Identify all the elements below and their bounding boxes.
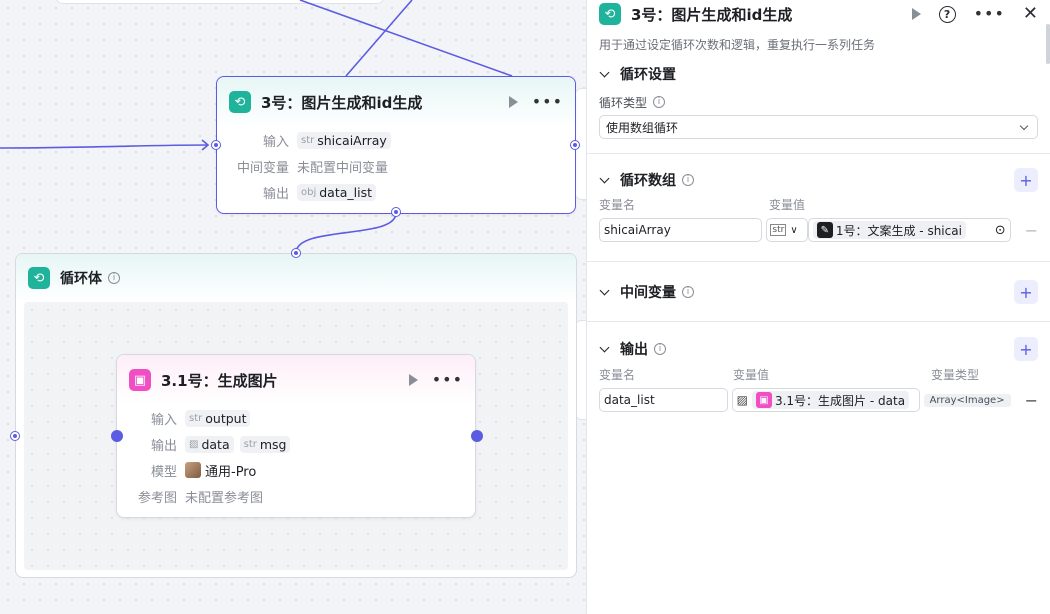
image-output-row: 输出 ▨ data str msg: [117, 431, 475, 457]
loop-body-top-port[interactable]: [292, 249, 300, 257]
more-icon[interactable]: •••: [532, 94, 563, 110]
loop-icon: ⟲: [599, 3, 621, 25]
ref-chip: ▣ 3.1号：生成图片 - data: [751, 391, 910, 409]
string-type-icon: str: [770, 224, 787, 236]
workflow-canvas[interactable]: ⟲ 3号：图片生成和id生成 ••• 输入 str shicaiArray 中间变…: [0, 0, 586, 614]
output-row: data_list ▨ ▣ 3.1号：生成图片 - data Array<Ima…: [599, 388, 1038, 412]
play-icon[interactable]: [508, 96, 518, 108]
remove-output-icon[interactable]: −: [1025, 391, 1038, 410]
output-ref-input[interactable]: ▨ ▣ 3.1号：生成图片 - data: [731, 388, 920, 412]
output-columns: 变量名 变量值 变量类型: [599, 367, 980, 382]
loop-type-select[interactable]: 使用数组循环: [599, 115, 1038, 139]
loop-settings-section: 循环设置 循环类型 i 使用数组循环: [587, 54, 1050, 154]
loop-output-row: 输出 obj data_list: [217, 179, 575, 205]
image-input-port[interactable]: [111, 430, 123, 442]
image-model-row: 模型 通用-Pro: [117, 457, 475, 483]
run-icon[interactable]: [911, 8, 921, 20]
help-icon[interactable]: ?: [938, 5, 956, 23]
panel-description: 用于通过设定循环次数和逻辑，重复执行一系列任务: [599, 38, 876, 52]
string-type-icon: str: [301, 134, 315, 146]
loop-array-columns: 变量名 变量值: [599, 197, 806, 212]
chevron-down-icon: ∨: [790, 224, 798, 236]
info-icon[interactable]: i: [682, 286, 694, 298]
info-icon[interactable]: i: [653, 96, 666, 108]
text-gen-icon: ✎: [816, 222, 833, 238]
image-icon: ▣: [129, 369, 151, 391]
add-array-button[interactable]: +: [1014, 168, 1038, 192]
array-ref-input[interactable]: ✎ 1号：文案生成 - shicai ⊙: [807, 218, 1011, 242]
loop-body-left-port[interactable]: [11, 432, 19, 440]
loop-settings-header[interactable]: 循环设置: [599, 54, 1038, 94]
chevron-down-icon: [599, 342, 610, 352]
output-var-name-input[interactable]: data_list: [599, 388, 728, 412]
loop-node[interactable]: ⟲ 3号：图片生成和id生成 ••• 输入 str shicaiArray 中间变…: [216, 76, 576, 214]
panel-header: ⟲ 3号：图片生成和id生成 ? ••• ✕: [587, 0, 1050, 28]
output-type-badge: Array<Image>: [923, 393, 1011, 407]
loop-body-title: 循环体: [60, 271, 102, 287]
play-icon[interactable]: [408, 374, 418, 386]
more-icon[interactable]: •••: [974, 6, 1005, 22]
more-icon[interactable]: •••: [432, 372, 463, 388]
chevron-down-icon: [599, 67, 610, 77]
intermediate-header[interactable]: 中间变量 i +: [599, 262, 1038, 322]
string-type-icon: str: [189, 412, 203, 424]
image-output-port[interactable]: [471, 430, 483, 442]
add-output-button[interactable]: +: [1014, 337, 1038, 361]
loop-node-header[interactable]: ⟲ 3号：图片生成和id生成 •••: [217, 77, 575, 127]
loop-icon: ⟲: [229, 91, 251, 113]
loop-body-icon: ⟲: [28, 267, 50, 289]
array-type-select[interactable]: str ∨: [766, 218, 808, 242]
image-ref-row: 参考图 未配置参考图: [137, 490, 264, 506]
add-intermediate-button[interactable]: +: [1014, 280, 1038, 304]
loop-array-section: 循环数组 i + 变量名 变量值 shicaiArray str ∨ ✎ 1号：…: [587, 154, 1050, 262]
loop-intermediate-row: 中间变量 未配置中间变量: [236, 160, 389, 176]
loop-body-header[interactable]: ⟲ 循环体 i: [16, 254, 576, 302]
remove-array-icon[interactable]: −: [1025, 221, 1038, 240]
image-input-row: 输入 str output: [117, 405, 475, 431]
image-type-icon: ▨: [736, 393, 748, 407]
loop-input-port[interactable]: [212, 141, 220, 149]
loop-output-port[interactable]: [571, 141, 579, 149]
output-data-chip: ▨ data: [185, 435, 234, 453]
model-avatar-icon: [185, 462, 201, 478]
close-icon[interactable]: ✕: [1023, 5, 1038, 23]
image-gen-node[interactable]: ▣ 3.1号：生成图片 ••• 输入 str output 输出 ▨ data st…: [116, 354, 476, 518]
loop-array-row: shicaiArray str ∨ ✎ 1号：文案生成 - shicai ⊙ −: [599, 218, 1038, 242]
chevron-down-icon: [1019, 121, 1029, 130]
input-var-chip: str output: [185, 409, 251, 427]
loop-type-label: 循环类型 i: [599, 94, 1038, 110]
image-gen-icon: ▣: [755, 392, 772, 408]
info-icon[interactable]: i: [108, 272, 120, 284]
loop-input-row: 输入 str shicaiArray: [217, 127, 575, 153]
input-var-chip: str shicaiArray: [297, 131, 391, 149]
output-var-chip: obj data_list: [297, 183, 377, 201]
loop-bottom-port[interactable]: [392, 208, 400, 216]
array-var-name-input[interactable]: shicaiArray: [599, 218, 763, 242]
chevron-down-icon: [599, 285, 610, 295]
image-node-header[interactable]: ▣ 3.1号：生成图片 •••: [117, 355, 475, 405]
info-icon[interactable]: i: [682, 174, 694, 186]
output-section: 输出 i + 变量名 变量值 变量类型 data_list ▨ ▣ 3.1号：生…: [587, 322, 1050, 412]
info-icon[interactable]: i: [654, 343, 666, 355]
loop-node-title: 3号：图片生成和id生成: [261, 93, 423, 112]
object-type-icon: obj: [301, 186, 317, 198]
ref-chip: ✎ 1号：文案生成 - shicai: [812, 221, 966, 239]
image-node-title: 3.1号：生成图片: [161, 371, 278, 390]
panel-title: 3号：图片生成和id生成: [631, 5, 793, 24]
image-type-icon: ▨: [189, 438, 199, 450]
string-type-icon: str: [243, 438, 257, 450]
output-msg-chip: str msg: [239, 435, 291, 453]
intermediate-section: 中间变量 i +: [587, 262, 1050, 322]
variable-picker-icon[interactable]: ⊙: [995, 223, 1006, 238]
properties-panel: ⟲ 3号：图片生成和id生成 ? ••• ✕ 用于通过设定循环次数和逻辑，重复执…: [586, 0, 1050, 614]
chevron-down-icon: [599, 173, 610, 183]
panel-scrollbar[interactable]: [1046, 24, 1050, 64]
